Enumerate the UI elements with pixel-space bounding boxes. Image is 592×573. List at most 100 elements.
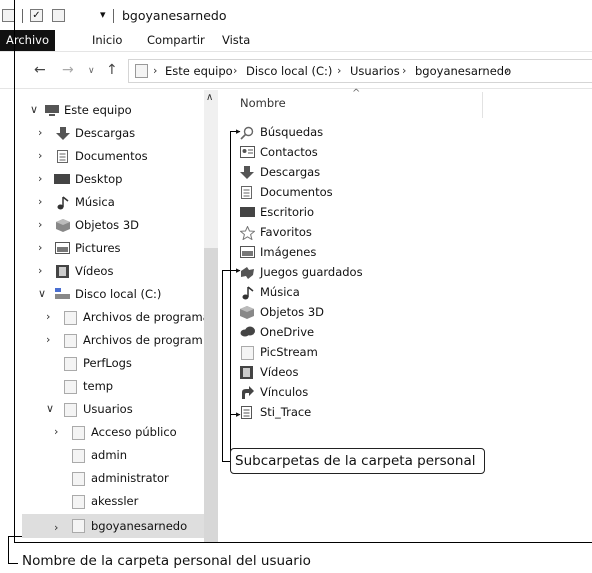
chevron-right-icon[interactable]: › [233, 64, 237, 77]
tab-archivo[interactable]: Archivo [0, 30, 55, 51]
tree-item-administrator[interactable]: administrator [22, 468, 202, 488]
callout-arrowhead: ▸ [236, 410, 241, 420]
chevron-right-icon[interactable]: › [505, 64, 509, 77]
column-header-nombre[interactable]: Nombre [240, 96, 286, 110]
chevron-down-icon[interactable]: ∨ [38, 284, 46, 304]
tree-item-archivos-de-programa[interactable]: › Archivos de programa [22, 307, 210, 327]
chevron-right-icon[interactable]: › [38, 261, 42, 281]
file-label: Vínculos [260, 385, 309, 399]
column-divider[interactable] [482, 92, 483, 118]
tree-label: Desktop [75, 172, 123, 186]
tree-item-temp[interactable]: temp [22, 376, 202, 396]
chevron-right-icon[interactable]: › [38, 192, 42, 212]
chevron-right-icon[interactable]: › [46, 307, 50, 327]
text-file-icon [241, 406, 252, 419]
breadcrumb-disco-local[interactable]: Disco local (C:) [246, 64, 332, 78]
file-label: Contactos [260, 145, 318, 159]
recent-locations-chevron-icon[interactable]: ∨ [88, 66, 95, 76]
tab-compartir[interactable]: Compartir [147, 30, 205, 51]
toolbar-separator [113, 9, 114, 23]
chevron-right-icon[interactable]: › [402, 64, 406, 77]
document-icon [57, 150, 68, 163]
folder-icon [64, 357, 77, 371]
navigation-pane: ∨ Este equipo › Descargas › Documentos ›… [22, 90, 218, 542]
properties-icon[interactable]: ✓ [30, 9, 43, 22]
tree-item-acceso-publico[interactable]: › Acceso público [22, 422, 202, 442]
folder-icon [72, 449, 85, 463]
tree-item-usuarios[interactable]: ∨ Usuarios [22, 399, 202, 419]
chevron-right-icon[interactable]: › [337, 64, 341, 77]
file-label: Juegos guardados [260, 265, 363, 279]
file-label: Vídeos [260, 365, 299, 379]
tree-item-desktop[interactable]: › Desktop [22, 169, 202, 189]
address-bar[interactable]: › Este equipo › Disco local (C:) › Usuar… [128, 59, 592, 83]
forward-arrow-icon[interactable]: → [62, 62, 74, 78]
folder-icon [135, 64, 148, 78]
chevron-right-icon[interactable]: › [38, 146, 42, 166]
chevron-right-icon[interactable]: › [38, 169, 42, 189]
callout-personal-folder: Nombre de la carpeta personal del usuari… [22, 553, 311, 569]
new-folder-icon[interactable] [52, 9, 65, 22]
puzzle-icon [241, 267, 254, 279]
folder-icon [72, 495, 85, 509]
music-note-icon [242, 286, 254, 300]
film-icon [240, 366, 253, 379]
tree-item-perflogs[interactable]: PerfLogs [22, 353, 202, 373]
desktop-icon [54, 174, 70, 184]
breadcrumb-bgoyanesarnedo[interactable]: bgoyanesarnedo [415, 64, 511, 78]
scrollbar-thumb[interactable] [204, 248, 218, 542]
tree-label: Acceso público [91, 425, 177, 439]
music-note-icon [57, 196, 69, 210]
tree-item-objetos-3d[interactable]: › Objetos 3D [22, 215, 202, 235]
tree-item-bgoyanesarnedo[interactable]: › bgoyanesarnedo [22, 514, 204, 538]
tree-label: Vídeos [75, 264, 114, 278]
breadcrumb-usuarios[interactable]: Usuarios [350, 64, 400, 78]
tree-label: Este equipo [64, 103, 132, 117]
callout-line [222, 270, 223, 462]
tab-vista[interactable]: Vista [222, 30, 250, 51]
chevron-right-icon[interactable]: › [153, 64, 157, 77]
breadcrumb-este-equipo[interactable]: Este equipo [165, 64, 233, 78]
tree-item-videos[interactable]: › Vídeos [22, 261, 202, 281]
chevron-down-icon[interactable]: ∨ [30, 100, 38, 120]
nav-pane-scrollbar[interactable]: ∧ [204, 90, 218, 542]
chevron-right-icon[interactable]: › [46, 330, 50, 350]
folder-icon [64, 403, 77, 417]
content-pane: ^ Nombre Búsquedas Contactos Descargas D… [222, 88, 592, 542]
scroll-up-icon[interactable]: ∧ [206, 92, 213, 103]
file-label: Búsquedas [260, 125, 324, 139]
app-icon [2, 9, 15, 22]
callout-subfolders: Subcarpetas de la carpeta personal [230, 448, 485, 474]
tree-item-este-equipo[interactable]: ∨ Este equipo [22, 100, 202, 120]
computer-icon [45, 105, 59, 116]
file-label: OneDrive [260, 325, 315, 339]
tree-label: Pictures [75, 241, 121, 255]
tree-item-documentos[interactable]: › Documentos [22, 146, 202, 166]
chevron-right-icon[interactable]: › [54, 422, 58, 442]
folder-icon [72, 426, 85, 440]
download-arrow-icon [56, 127, 70, 140]
tree-item-musica[interactable]: › Música [22, 192, 202, 212]
tree-item-descargas[interactable]: › Descargas [22, 123, 202, 143]
chevron-right-icon[interactable]: › [38, 215, 42, 235]
chevron-down-icon[interactable]: ▾ [100, 8, 106, 21]
cube-icon [56, 219, 70, 232]
contacts-icon [240, 146, 255, 158]
tree-item-disco-local[interactable]: ∨ Disco local (C:) [22, 284, 202, 304]
star-icon [240, 226, 255, 240]
tree-item-admin[interactable]: admin [22, 445, 202, 465]
chevron-right-icon[interactable]: › [54, 516, 58, 540]
download-arrow-icon [240, 166, 254, 179]
folder-icon [72, 472, 85, 486]
folder-icon [241, 346, 254, 360]
up-arrow-icon[interactable]: ↑ [106, 62, 118, 78]
tree-item-pictures[interactable]: › Pictures [22, 238, 202, 258]
tree-item-akessler[interactable]: akessler [22, 491, 202, 511]
tree-item-archivos-de-programa-x86[interactable]: › Archivos de programa (: [22, 330, 202, 350]
tree-label: Archivos de programa [83, 310, 210, 324]
chevron-down-icon[interactable]: ∨ [46, 399, 54, 419]
chevron-right-icon[interactable]: › [38, 238, 42, 258]
chevron-right-icon[interactable]: › [38, 123, 42, 143]
back-arrow-icon[interactable]: ← [34, 62, 46, 78]
tab-inicio[interactable]: Inicio [92, 30, 122, 51]
